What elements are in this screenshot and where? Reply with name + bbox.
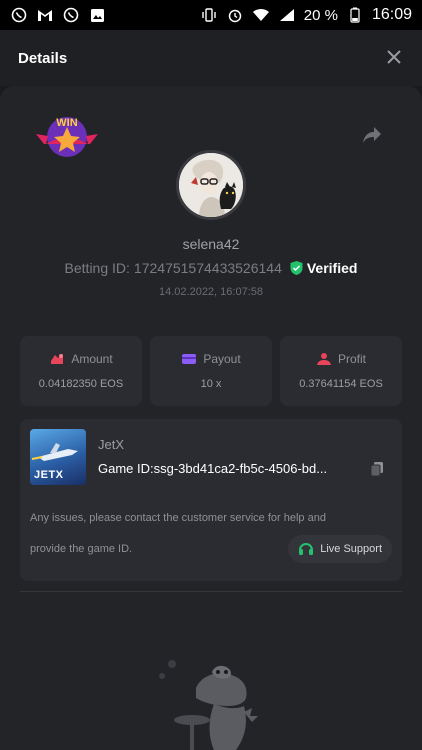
- game-id: Game ID:ssg-3bd41ca2-fb5c-4506-bd...: [98, 461, 328, 476]
- profit-icon: [316, 353, 331, 365]
- verified-label: Verified: [306, 260, 358, 276]
- wifi-icon: [252, 6, 270, 24]
- live-support-button[interactable]: Live Support: [288, 535, 392, 563]
- share-button[interactable]: [362, 126, 382, 144]
- betting-id-value: 1724751574433526144: [133, 260, 282, 276]
- stat-payout-value: 10 x: [200, 378, 222, 390]
- viber-icon: [62, 6, 80, 24]
- username: selena42: [182, 236, 240, 252]
- stat-payout-head: Payout: [181, 352, 241, 366]
- vibrate-icon: [200, 6, 218, 24]
- bet-timestamp: 14.02.2022, 16:07:58: [159, 286, 263, 298]
- betting-id-row: Betting ID: 1724751574433526144 Verified: [0, 260, 422, 276]
- game-thumb-label: JETX: [34, 469, 64, 481]
- avatar-image: [179, 153, 243, 217]
- stat-payout: Payout 10 x: [150, 336, 272, 406]
- alarm-icon: [226, 6, 244, 24]
- status-right-icons: 20 % 16:09: [200, 6, 412, 24]
- battery-percent: 20 %: [303, 6, 338, 24]
- signal-icon: [278, 6, 296, 24]
- copy-button[interactable]: [370, 461, 384, 477]
- page-title: Details: [18, 49, 68, 67]
- stat-profit-label: Profit: [337, 352, 366, 366]
- bet-stats: Amount 0.04182350 EOS Payout 10 x Profit…: [20, 336, 402, 406]
- stat-profit: Profit 0.37641154 EOS: [280, 336, 402, 406]
- game-thumbnail: JETX: [30, 429, 86, 485]
- share-icon: [363, 127, 381, 143]
- avatar: [176, 150, 246, 220]
- verified-badge: Verified: [290, 260, 358, 276]
- divider: [20, 591, 402, 592]
- stat-amount-label: Amount: [71, 352, 113, 366]
- stat-payout-label: Payout: [203, 352, 241, 366]
- headset-icon: [299, 543, 314, 555]
- crocodile-mascot-icon: [159, 660, 258, 750]
- win-badge-text: WIN: [56, 117, 77, 129]
- live-support-label: Live Support: [320, 543, 382, 555]
- betting-id-label: Betting ID:: [64, 260, 130, 276]
- support-note-line2: provide the game ID.: [30, 543, 133, 555]
- stat-amount-head: Amount: [49, 352, 113, 366]
- gallery-icon: [88, 6, 106, 24]
- stat-profit-head: Profit: [316, 352, 366, 366]
- stat-amount: Amount 0.04182350 EOS: [20, 336, 142, 406]
- gmail-icon: [36, 6, 54, 24]
- game-card: JETX JetX Game ID:ssg-3bd41ca2-fb5c-4506…: [20, 419, 402, 581]
- amount-icon: [51, 354, 64, 364]
- status-left-icons: [10, 6, 106, 24]
- win-badge-icon: WIN: [36, 117, 98, 157]
- stat-profit-value: 0.37641154 EOS: [299, 378, 383, 390]
- close-button[interactable]: [384, 48, 404, 68]
- payout-icon: [182, 354, 197, 364]
- verified-shield-icon: [290, 261, 303, 275]
- close-icon: [387, 50, 401, 64]
- status-bar: 20 % 16:09: [0, 0, 422, 30]
- stat-amount-value: 0.04182350 EOS: [38, 378, 124, 390]
- copy-icon: [370, 462, 383, 477]
- viber-icon: [10, 6, 28, 24]
- support-note-line1: Any issues, please contact the customer …: [30, 512, 326, 524]
- clock: 16:09: [371, 6, 412, 23]
- bet-details-sheet: WIN selena42 Betting ID: 172475157443352…: [0, 86, 422, 750]
- details-header: Details: [0, 30, 422, 86]
- battery-icon: [346, 6, 364, 24]
- game-name: JetX: [98, 437, 125, 452]
